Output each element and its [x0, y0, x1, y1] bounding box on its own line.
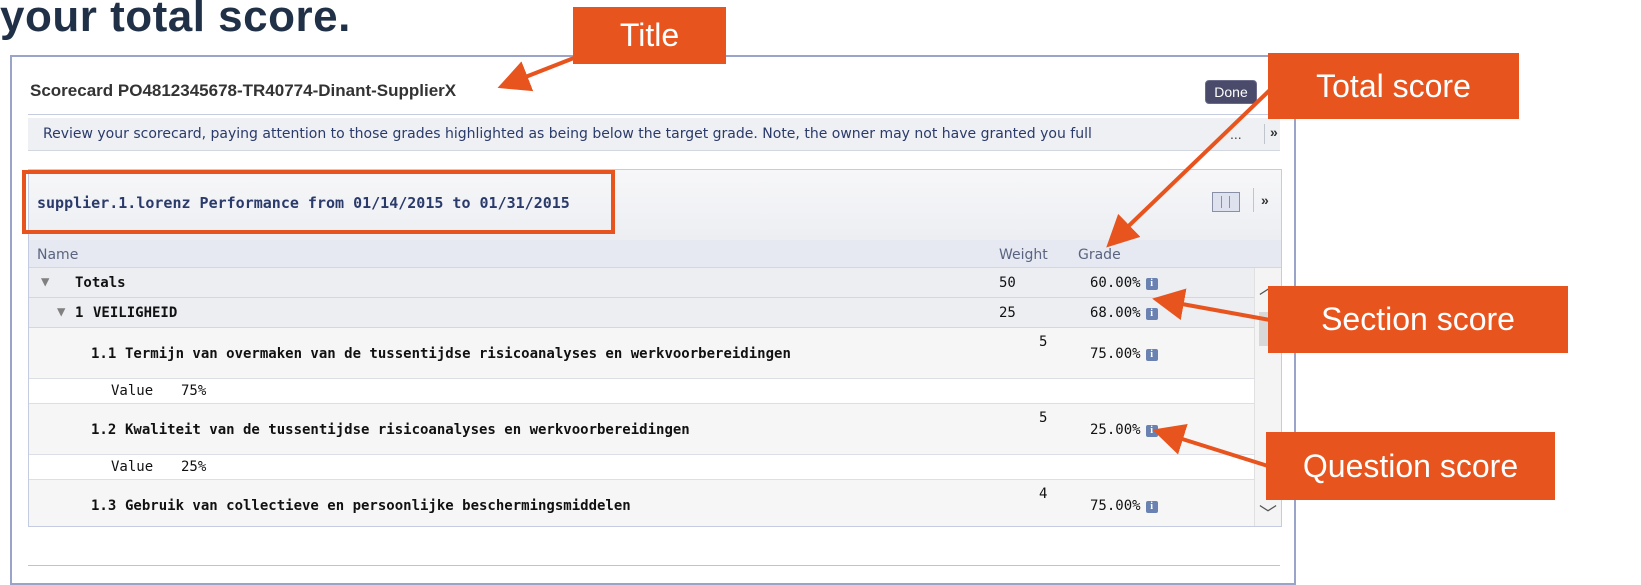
bottom-divider — [28, 565, 1280, 566]
info-icon[interactable]: i — [1145, 501, 1158, 513]
question-name: Gebruik van collectieve en persoonlijke … — [125, 498, 631, 514]
review-more-link[interactable]: ... — [1230, 126, 1242, 142]
question-weight: 4 — [1039, 486, 1048, 502]
question-grade-value: 25.00% — [1090, 422, 1141, 438]
done-button[interactable]: Done — [1205, 80, 1257, 104]
totals-weight: 50 — [999, 275, 1016, 291]
info-icon[interactable]: i — [1145, 349, 1158, 361]
window-title: Scorecard PO4812345678-TR40774-Dinant-Su… — [30, 81, 457, 100]
section-row[interactable]: ▼ 1 VEILIGHEID 25 68.00% i — [29, 298, 1254, 328]
totals-grade-value: 60.00% — [1090, 275, 1141, 291]
question-grade-value: 75.00% — [1090, 346, 1141, 362]
question-name: Termijn van overmaken van de tussentijds… — [125, 346, 791, 362]
section-number: 1 — [75, 305, 84, 321]
section-name: VEILIGHEID — [93, 305, 178, 321]
question-number: 1.1 — [91, 346, 117, 362]
question-weight: 5 — [1039, 410, 1048, 426]
double-chevron-down-icon[interactable]: » — [1270, 124, 1278, 140]
question-grade: 25.00% i — [1090, 422, 1158, 438]
performance-title-highlight — [22, 170, 615, 234]
callout-title: Title — [573, 7, 726, 64]
section-grade: 68.00% i — [1090, 305, 1158, 321]
title-divider — [28, 114, 1280, 115]
question-row[interactable]: 1.3 Gebruik van collectieve en persoonli… — [29, 480, 1254, 526]
column-layout-icon[interactable] — [1212, 192, 1240, 212]
value-label: Value — [111, 383, 154, 399]
info-icon[interactable]: i — [1145, 278, 1158, 290]
callout-question-score: Question score — [1266, 432, 1555, 500]
totals-label: Totals — [75, 275, 126, 291]
info-icon[interactable]: i — [1145, 308, 1158, 320]
header-divider — [1253, 188, 1254, 212]
value-amount: 75% — [181, 383, 207, 399]
value-row: Value 25% — [29, 455, 1254, 480]
column-header-name[interactable]: Name — [37, 243, 78, 267]
value-label: Value — [111, 459, 154, 475]
scorecard-window: Scorecard PO4812345678-TR40774-Dinant-Su… — [10, 55, 1296, 585]
section-grade-value: 68.00% — [1090, 305, 1141, 321]
question-row[interactable]: 1.1 Termijn van overmaken van de tussent… — [29, 328, 1254, 379]
review-message-bar: Review your scorecard, paying attention … — [28, 118, 1280, 151]
column-header-grade[interactable]: Grade — [1078, 243, 1121, 267]
collapse-triangle-icon[interactable]: ▼ — [57, 304, 65, 320]
value-amount: 25% — [181, 459, 207, 475]
question-weight: 5 — [1039, 334, 1048, 350]
question-grade: 75.00% i — [1090, 498, 1158, 514]
chevron-down-icon[interactable]: ﹀ — [1259, 500, 1277, 526]
question-grade: 75.00% i — [1090, 346, 1158, 362]
question-grade-value: 75.00% — [1090, 498, 1141, 514]
callout-total-score: Total score — [1268, 53, 1519, 119]
info-icon[interactable]: i — [1145, 425, 1158, 437]
callout-section-score: Section score — [1268, 286, 1568, 353]
question-name: Kwaliteit van de tussentijdse risicoanal… — [125, 422, 690, 438]
section-weight: 25 — [999, 305, 1016, 321]
value-row: Value 75% — [29, 379, 1254, 404]
collapse-triangle-icon[interactable]: ▼ — [41, 274, 49, 290]
page-heading: your total score. — [0, 0, 351, 41]
double-chevron-down-icon[interactable]: » — [1261, 192, 1269, 208]
review-message: Review your scorecard, paying attention … — [43, 126, 1092, 142]
question-row[interactable]: 1.2 Kwaliteit van de tussentijdse risico… — [29, 404, 1254, 455]
totals-row[interactable]: ▼ Totals 50 60.00% i — [29, 268, 1254, 298]
review-divider — [1264, 124, 1265, 144]
question-number: 1.2 — [91, 422, 117, 438]
question-number: 1.3 — [91, 498, 117, 514]
totals-grade: 60.00% i — [1090, 275, 1158, 291]
column-header-weight[interactable]: Weight — [999, 243, 1048, 267]
